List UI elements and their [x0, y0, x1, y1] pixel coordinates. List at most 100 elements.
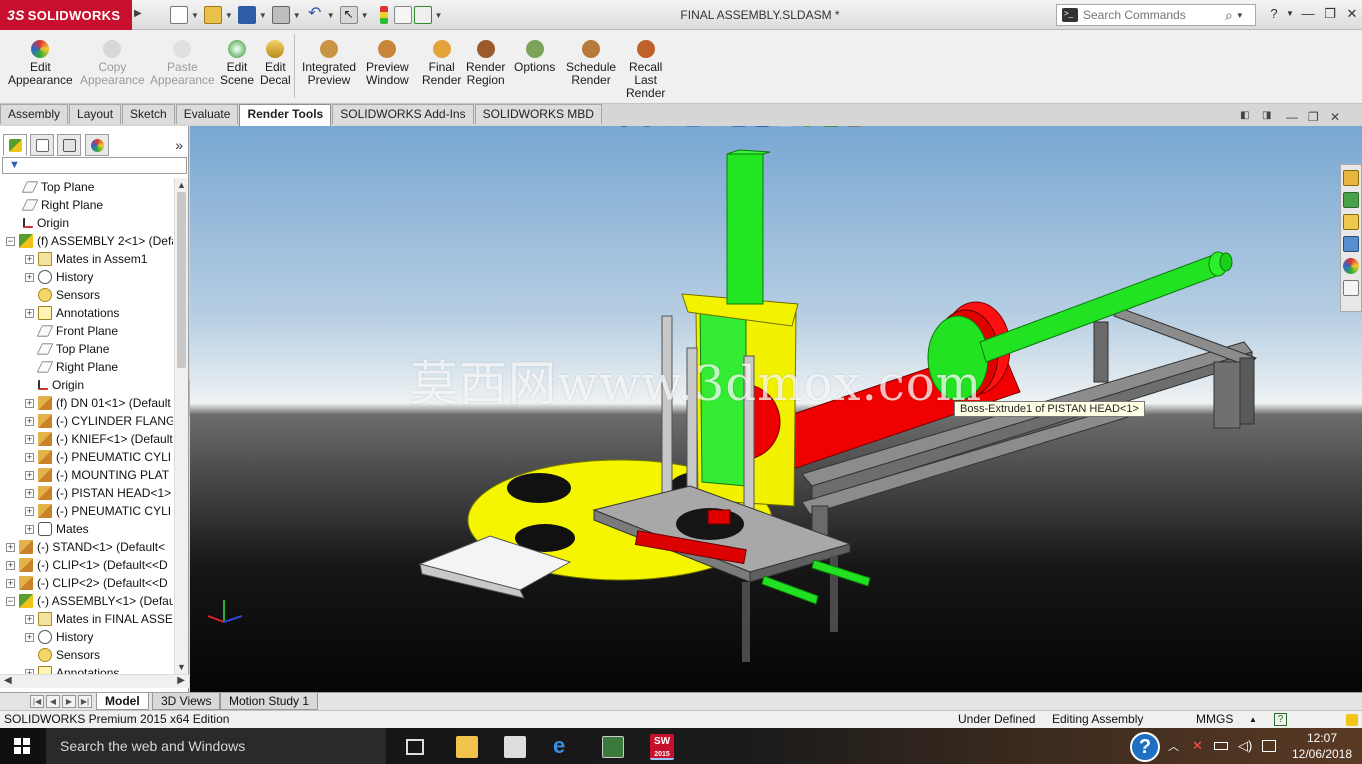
solidworks-resources-icon[interactable] — [1343, 170, 1359, 186]
search-icon[interactable]: ⌕ — [1225, 7, 1233, 24]
tree-item[interactable]: Origin — [10, 214, 69, 232]
viewport-minimize-icon[interactable]: — — [1286, 110, 1302, 124]
tree-item[interactable]: Front Plane — [25, 322, 118, 340]
taskbar-search[interactable]: Search the web and Windows — [46, 728, 386, 764]
chevron-down-icon[interactable]: ▼ — [435, 11, 443, 20]
configuration-manager-tab[interactable] — [57, 134, 81, 156]
dynamic-annotation-icon[interactable] — [708, 126, 724, 127]
tree-item[interactable]: Right Plane — [10, 196, 103, 214]
tree-item[interactable]: + (-) KNIEF<1> (Default — [25, 430, 173, 448]
tab-solidworks-mbd[interactable]: SOLIDWORKS MBD — [474, 104, 602, 124]
viewport-close-icon[interactable]: ✕ — [1330, 110, 1346, 124]
tree-item[interactable]: + (-) MOUNTING PLAT — [25, 466, 169, 484]
scene-button[interactable]: Edit Scene — [220, 40, 254, 87]
unit-system[interactable]: MMGS — [1196, 711, 1233, 728]
schedule-render-button[interactable]: Schedule Render — [566, 40, 616, 87]
edit-appearance-view-icon[interactable] — [800, 126, 816, 127]
tree-item[interactable]: + (-) CYLINDER FLANGI — [25, 412, 173, 430]
tree-horizontal-scrollbar[interactable]: ◀ ▶ — [0, 674, 189, 688]
restore-icon[interactable]: ❐ — [1320, 6, 1340, 22]
chevron-down-icon[interactable]: ▼ — [1236, 11, 1244, 20]
scroll-left-icon[interactable]: ◀ — [4, 675, 12, 686]
file-explorer-icon[interactable] — [1343, 214, 1359, 230]
tree-item[interactable]: + (-) PNEUMATIC CYLI — [25, 448, 171, 466]
chevron-down-icon[interactable]: ▼ — [225, 11, 233, 20]
tab-render-tools[interactable]: Render Tools — [239, 104, 332, 126]
expand-icon[interactable]: + — [25, 398, 34, 408]
expand-icon[interactable]: + — [25, 488, 34, 498]
tree-item[interactable]: + Mates — [25, 520, 89, 538]
chevron-down-icon[interactable]: ▼ — [1280, 9, 1300, 18]
collapse-icon[interactable]: − — [6, 236, 15, 246]
units-menu-icon[interactable]: ▲ — [1249, 711, 1257, 728]
viewport-restore-icon[interactable]: ❐ — [1308, 110, 1324, 124]
new-document-icon[interactable] — [170, 6, 188, 24]
tree-item[interactable]: Sensors — [25, 286, 100, 304]
save-icon[interactable] — [237, 6, 256, 24]
tab-solidworks-add-ins[interactable]: SOLIDWORKS Add-Ins — [332, 104, 474, 124]
expand-icon[interactable]: + — [6, 560, 15, 570]
graphics-area[interactable]: Boss-Extrude1 of PISTAN HEAD<1> 莫西网www.3… — [190, 126, 1362, 692]
zoom-to-fit-icon[interactable] — [616, 126, 632, 127]
paste-appearance-button[interactable]: Paste Appearance — [150, 40, 215, 87]
status-help-icon[interactable]: ? — [1274, 713, 1287, 726]
preview-window-button[interactable]: Preview Window — [366, 40, 409, 87]
tree-item[interactable]: + (-) CLIP<2> (Default<<D — [6, 574, 168, 592]
select-arrow-icon[interactable]: ↖ — [339, 6, 358, 24]
render-region-button[interactable]: Render Region — [466, 40, 505, 87]
solidworks-logo[interactable]: 3S SOLIDWORKS — [0, 0, 132, 30]
tab-layout[interactable]: Layout — [69, 104, 122, 124]
bottom-tab-motion-study-1[interactable]: Motion Study 1 — [220, 693, 319, 710]
tree-item[interactable]: + Mates in FINAL ASSEI — [25, 610, 173, 628]
chevron-down-icon[interactable]: ▼ — [259, 11, 267, 20]
battery-icon[interactable] — [1214, 742, 1228, 750]
options-button[interactable]: Options — [514, 40, 555, 74]
integrated-preview-button[interactable]: Integrated Preview — [302, 40, 356, 87]
network-off-icon[interactable]: ✕ — [1192, 738, 1203, 754]
print-icon[interactable] — [271, 6, 290, 24]
section-view-icon[interactable] — [685, 126, 701, 127]
tab-sketch[interactable]: Sketch — [122, 104, 175, 124]
minimize-icon[interactable]: — — [1298, 6, 1318, 21]
tree-item[interactable]: Top Plane — [25, 340, 109, 358]
traffic-light-icon[interactable] — [379, 6, 388, 24]
tree-item[interactable]: + (-) CLIP<1> (Default<<D — [6, 556, 168, 574]
expand-icon[interactable]: + — [25, 470, 34, 480]
final-render-button[interactable]: Final Render — [422, 40, 461, 87]
chevron-down-icon[interactable]: ▼ — [191, 11, 199, 20]
expand-panel-icon[interactable]: » — [175, 137, 183, 153]
expand-icon[interactable]: + — [25, 416, 34, 426]
scroll-down-icon[interactable]: ▼ — [177, 662, 186, 672]
tab-assembly[interactable]: Assembly — [0, 104, 69, 124]
display-manager-tab[interactable] — [85, 134, 109, 156]
tile-left-icon[interactable]: ◧ — [1240, 110, 1256, 124]
close-icon[interactable]: ✕ — [1342, 6, 1362, 22]
tree-item[interactable]: Top Plane — [10, 178, 94, 196]
tree-item[interactable]: + (-) PNEUMATIC CYLI — [25, 502, 171, 520]
expand-icon[interactable]: + — [25, 614, 34, 624]
tree-item[interactable]: + (-) STAND<1> (Default< — [6, 538, 165, 556]
tile-right-icon[interactable]: ◨ — [1262, 110, 1278, 124]
custom-properties-icon[interactable] — [1343, 280, 1359, 296]
decal-button[interactable]: Edit Decal — [260, 40, 291, 87]
tree-item[interactable]: + (f) DN 01<1> (Default — [25, 394, 171, 412]
hide-show-items-icon[interactable] — [777, 126, 793, 127]
file-properties-icon[interactable] — [393, 6, 412, 24]
tree-item[interactable]: + (-) PISTAN HEAD<1> — [25, 484, 171, 502]
tree-item[interactable]: + Annotations — [25, 664, 119, 674]
rebuild-icon[interactable] — [1346, 714, 1358, 726]
chevron-down-icon[interactable]: ▼ — [327, 11, 335, 20]
search-commands-input[interactable] — [1083, 8, 1223, 22]
previous-view-icon[interactable] — [662, 126, 678, 127]
bottom-tab-3d-views[interactable]: 3D Views — [152, 693, 221, 710]
feature-tree-tab[interactable] — [3, 134, 27, 156]
tree-scrollbar[interactable]: ▲ ▼ — [174, 178, 188, 674]
view-settings-icon[interactable] — [846, 126, 862, 127]
expand-icon[interactable]: + — [25, 272, 34, 282]
expand-icon[interactable]: + — [25, 254, 34, 264]
tab-evaluate[interactable]: Evaluate — [175, 104, 239, 124]
action-center-icon[interactable] — [1262, 740, 1276, 752]
copy-appearance-button[interactable]: Copy Appearance — [80, 40, 145, 87]
tree-item[interactable]: + Mates in Assem1 — [25, 250, 147, 268]
expand-icon[interactable]: + — [25, 434, 34, 444]
